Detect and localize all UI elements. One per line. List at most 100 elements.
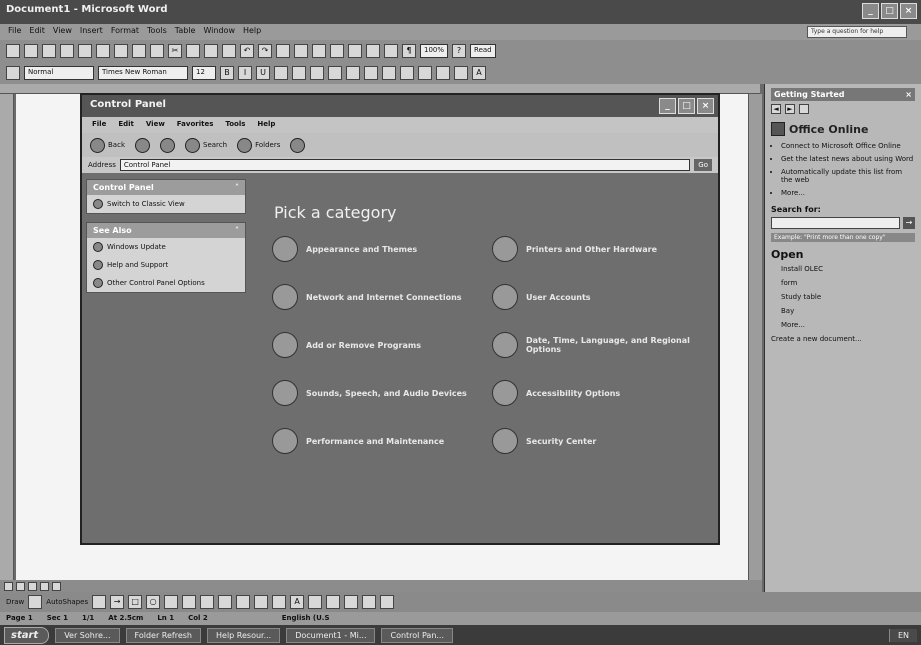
show-hide-icon[interactable]: ¶: [402, 44, 416, 58]
category-network-internet[interactable]: Network and Internet Connections: [272, 283, 492, 311]
insert-table-icon[interactable]: [312, 44, 326, 58]
menu-file[interactable]: File: [8, 26, 21, 38]
shadow-icon[interactable]: [362, 595, 377, 609]
cp-menu-view[interactable]: View: [146, 120, 165, 130]
vertical-ruler[interactable]: [0, 94, 14, 582]
line-icon[interactable]: [92, 595, 107, 609]
decrease-indent-icon[interactable]: [400, 66, 414, 80]
close-icon[interactable]: ×: [900, 3, 917, 19]
see-also-windows-update[interactable]: Windows Update: [87, 238, 245, 256]
columns-icon[interactable]: [348, 44, 362, 58]
category-add-remove-programs[interactable]: Add or Remove Programs: [272, 331, 492, 359]
recent-file[interactable]: Study table: [781, 293, 915, 301]
arrow-icon[interactable]: →: [110, 595, 125, 609]
category-sounds-speech-audio[interactable]: Sounds, Speech, and Audio Devices: [272, 379, 492, 407]
recent-file[interactable]: Install OLEC: [781, 265, 915, 273]
forward-arrow-icon[interactable]: [135, 137, 150, 153]
print-icon[interactable]: [96, 44, 110, 58]
select-objects-icon[interactable]: [28, 595, 43, 609]
save-icon[interactable]: [42, 44, 56, 58]
go-button[interactable]: Go: [694, 159, 712, 171]
category-accessibility[interactable]: Accessibility Options: [492, 379, 712, 407]
font-select[interactable]: Times New Roman: [98, 66, 188, 80]
views-icon[interactable]: [290, 137, 306, 153]
print-layout-icon[interactable]: [28, 581, 37, 591]
insert-picture-icon[interactable]: [236, 595, 251, 609]
style-select[interactable]: Normal: [24, 66, 94, 80]
research-icon[interactable]: [150, 44, 164, 58]
tables-borders-icon[interactable]: [294, 44, 308, 58]
line-style-icon[interactable]: [308, 595, 323, 609]
align-left-icon[interactable]: [274, 66, 288, 80]
insert-excel-icon[interactable]: [330, 44, 344, 58]
maximize-icon[interactable]: □: [881, 3, 898, 19]
see-also-other-options[interactable]: Other Control Panel Options: [87, 274, 245, 292]
back-button[interactable]: Back: [90, 137, 125, 153]
new-document-icon[interactable]: [6, 44, 20, 58]
menu-window[interactable]: Window: [203, 26, 235, 38]
cp-tasks-header[interactable]: Control Panel ˄: [87, 180, 245, 195]
cp-menu-help[interactable]: Help: [257, 120, 275, 130]
draw-font-color-icon[interactable]: A: [290, 595, 305, 609]
switch-classic-view-link[interactable]: Switch to Classic View: [87, 195, 245, 213]
underline-icon[interactable]: U: [256, 66, 270, 80]
system-tray[interactable]: EN: [888, 628, 917, 642]
task-pane-header[interactable]: Getting Started ×: [771, 88, 915, 101]
category-appearance-themes[interactable]: Appearance and Themes: [272, 235, 492, 263]
back-arrow-icon[interactable]: ◄: [771, 104, 781, 114]
document-map-icon[interactable]: [384, 44, 398, 58]
category-user-accounts[interactable]: User Accounts: [492, 283, 712, 311]
category-performance-maintenance[interactable]: Performance and Maintenance: [272, 427, 492, 455]
forward-arrow-icon[interactable]: ►: [785, 104, 795, 114]
menu-help[interactable]: Help: [243, 26, 261, 38]
menu-tools[interactable]: Tools: [147, 26, 167, 38]
web-layout-icon[interactable]: [16, 581, 25, 591]
border-icon[interactable]: [436, 66, 450, 80]
line-color-icon[interactable]: [272, 595, 287, 609]
print-preview-icon[interactable]: [114, 44, 128, 58]
start-button[interactable]: start: [4, 626, 50, 644]
fill-color-icon[interactable]: [254, 595, 269, 609]
cp-menu-tools[interactable]: Tools: [225, 120, 245, 130]
menu-table[interactable]: Table: [175, 26, 196, 38]
hyperlink-icon[interactable]: [276, 44, 290, 58]
highlight-icon[interactable]: [454, 66, 468, 80]
create-new-document-link[interactable]: Create a new document...: [771, 335, 915, 343]
outline-view-icon[interactable]: [40, 581, 49, 591]
recent-file[interactable]: form: [781, 279, 915, 287]
align-right-icon[interactable]: [310, 66, 324, 80]
link-connect-online[interactable]: Connect to Microsoft Office Online: [781, 142, 915, 150]
copy-icon[interactable]: [186, 44, 200, 58]
taskbar-item[interactable]: Control Pan...: [381, 627, 454, 643]
link-auto-update[interactable]: Automatically update this list from the …: [781, 168, 915, 184]
bold-icon[interactable]: B: [220, 66, 234, 80]
increase-indent-icon[interactable]: [418, 66, 432, 80]
taskbar-item[interactable]: Help Resour...: [207, 627, 281, 643]
control-panel-title-bar[interactable]: Control Panel _ □ ×: [82, 95, 718, 117]
dash-style-icon[interactable]: [326, 595, 341, 609]
search-go-icon[interactable]: →: [903, 217, 915, 229]
autoshapes-menu[interactable]: AutoShapes: [46, 598, 88, 606]
diagram-icon[interactable]: [200, 595, 215, 609]
taskbar-item[interactable]: Document1 - Mi...: [286, 627, 376, 643]
format-painter-icon[interactable]: [222, 44, 236, 58]
spelling-icon[interactable]: [132, 44, 146, 58]
numbering-icon[interactable]: [364, 66, 378, 80]
text-box-icon[interactable]: [164, 595, 179, 609]
3d-icon[interactable]: [380, 595, 395, 609]
open-folder-icon[interactable]: [24, 44, 38, 58]
rectangle-icon[interactable]: □: [128, 595, 143, 609]
oval-icon[interactable]: ○: [146, 595, 161, 609]
bullets-icon[interactable]: [382, 66, 396, 80]
cp-menu-edit[interactable]: Edit: [118, 120, 134, 130]
font-color-icon[interactable]: A: [472, 66, 486, 80]
undo-icon[interactable]: ↶: [240, 44, 254, 58]
menu-edit[interactable]: Edit: [29, 26, 45, 38]
collapse-icon[interactable]: ˄: [235, 183, 239, 192]
taskbar-item[interactable]: Folder Refresh: [125, 627, 201, 643]
see-also-help-support[interactable]: Help and Support: [87, 256, 245, 274]
taskbar-item[interactable]: Ver Sohre...: [55, 627, 120, 643]
category-date-time-language[interactable]: Date, Time, Language, and Regional Optio…: [492, 331, 712, 359]
email-icon[interactable]: [78, 44, 92, 58]
cp-menu-file[interactable]: File: [92, 120, 106, 130]
